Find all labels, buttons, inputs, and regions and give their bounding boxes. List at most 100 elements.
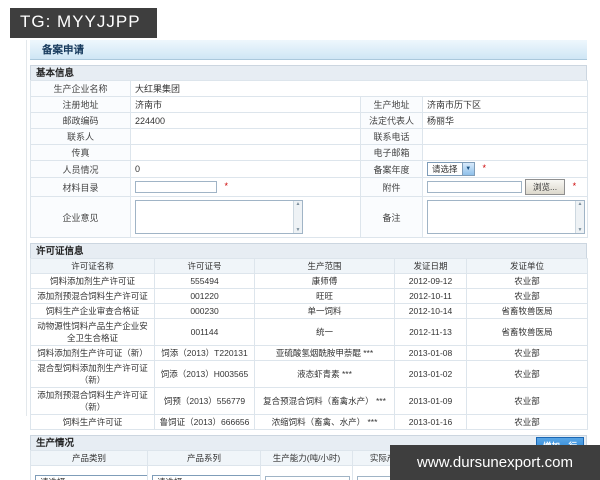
table-row: 饲料生产企业审查合格证 000230 单一饲料 2012-10-14 省畜牧兽医…	[30, 303, 588, 319]
license-issuer: 农业部	[466, 345, 588, 361]
col-header-license-name: 许可证名称	[30, 258, 155, 274]
license-issuer: 农业部	[466, 414, 588, 430]
material-input[interactable]	[135, 181, 217, 193]
license-name: 饲料生产企业审查合格证	[30, 303, 155, 319]
col-header-product-series: 产品系列	[147, 450, 261, 466]
license-scope: 液态虾青素 ***	[254, 360, 395, 388]
col-header-license-no: 许可证号	[154, 258, 255, 274]
license-date: 2013-01-08	[394, 345, 467, 361]
table-row: 传真 电子邮箱	[30, 144, 589, 161]
col-header-issue-date: 发证日期	[394, 258, 467, 274]
license-scope: 浓缩饲料（畜禽、水产） ***	[254, 414, 395, 430]
col-header-issuer: 发证单位	[466, 258, 588, 274]
filing-form-panel: 备案申请 基本信息 生产企业名称 大红果集团 注册地址 济南市 生产地址 济南市…	[30, 40, 589, 480]
license-header-row: 许可证名称 许可证号 生产范围 发证日期 发证单位	[30, 258, 588, 274]
opinion-label: 企业意见	[30, 196, 131, 238]
reg-address-label: 注册地址	[30, 96, 131, 113]
license-no: 001144	[154, 318, 255, 346]
filing-year-label: 备案年度	[360, 160, 423, 178]
col-header-product-category: 产品类别	[30, 450, 148, 466]
required-mark: *	[482, 163, 487, 174]
license-name: 饲料添加剂生产许可证	[30, 273, 155, 289]
table-row: 联系人 联系电话	[30, 128, 589, 145]
material-label: 材料目录	[30, 177, 131, 197]
license-issuer: 省畜牧兽医局	[466, 303, 588, 319]
fax-label: 传真	[30, 144, 131, 161]
tg-overlay-banner: TG: MYYJJPP	[10, 8, 157, 38]
license-scope: 旺旺	[254, 288, 395, 304]
remark-label: 备注	[360, 196, 423, 238]
license-issuer: 农业部	[466, 387, 588, 415]
license-scope: 亚硫酸氢烟酰胺甲萘醌 ***	[254, 345, 395, 361]
email-value	[421, 144, 589, 161]
license-date: 2012-10-14	[394, 303, 467, 319]
col-header-capacity: 生产能力(吨/小时)	[260, 450, 353, 466]
col-header-scope: 生产范围	[254, 258, 395, 274]
license-no: 000230	[154, 303, 255, 319]
phone-value	[421, 128, 589, 145]
license-no: 饲添（2013）H003565	[154, 360, 255, 388]
company-name-label: 生产企业名称	[30, 80, 131, 97]
license-no: 饲预（2013）556779	[154, 387, 255, 415]
series-selected: 请选择	[153, 476, 260, 480]
license-name: 添加剂预混合饲料生产许可证	[30, 288, 155, 304]
license-name: 动物源性饲料产品生产企业安全卫生合格证	[30, 318, 155, 346]
basic-info-section: 基本信息 生产企业名称 大红果集团 注册地址 济南市 生产地址 济南市历下区 邮…	[30, 65, 589, 238]
prod-address-value: 济南市历下区	[421, 96, 589, 113]
postcode-value: 224400	[130, 112, 361, 129]
textarea-scrollbar[interactable]: ▲ ▼	[293, 201, 302, 233]
table-row: 混合型饲料添加剂生产许可证（新） 饲添（2013）H003565 液态虾青素 *…	[30, 360, 588, 388]
table-row: 注册地址 济南市 生产地址 济南市历下区	[30, 96, 589, 113]
license-issuer: 省畜牧兽医局	[466, 318, 588, 346]
table-row: 饲料生产许可证 鲁饲证（2013）666656 浓缩饲料（畜禽、水产） *** …	[30, 414, 588, 430]
personnel-label: 人员情况	[30, 160, 131, 178]
table-row: 动物源性饲料产品生产企业安全卫生合格证 001144 统一 2012-11-13…	[30, 318, 588, 346]
left-divider	[26, 40, 27, 416]
table-row: 材料目录 * 附件 浏览... *	[30, 177, 589, 197]
product-series-select[interactable]: 请选择 ▼	[152, 475, 260, 480]
browse-button[interactable]: 浏览...	[525, 179, 566, 195]
table-row: 饲料添加剂生产许可证（新） 饲添（2013）T220131 亚硫酸氢烟酰胺甲萘醌…	[30, 345, 588, 361]
table-row: 饲料添加剂生产许可证 555494 康师傅 2012-09-12 农业部	[30, 273, 588, 289]
license-issuer: 农业部	[466, 273, 588, 289]
table-row: 添加剂预混合饲料生产许可证（新） 饲预（2013）556779 复合预混合饲料（…	[30, 387, 588, 415]
contact-label: 联系人	[30, 128, 131, 145]
material-cell: *	[130, 177, 361, 197]
personnel-value: 0	[130, 160, 361, 178]
license-scope: 康师傅	[254, 273, 395, 289]
category-cell: 请选择 ▼	[30, 465, 148, 480]
license-issuer: 农业部	[466, 360, 588, 388]
postcode-label: 邮政编码	[30, 112, 131, 129]
table-row: 人员情况 0 备案年度 请选择 ▼ *	[30, 160, 589, 178]
license-info-section: 许可证信息 许可证名称 许可证号 生产范围 发证日期 发证单位 饲料添加剂生产许…	[30, 243, 588, 430]
phone-label: 联系电话	[360, 128, 423, 145]
attachment-input[interactable]	[427, 181, 522, 193]
table-row: 邮政编码 224400 法定代表人 杨丽华	[30, 112, 589, 129]
attachment-label: 附件	[360, 177, 423, 197]
license-date: 2013-01-02	[394, 360, 467, 388]
textarea-scrollbar[interactable]: ▲ ▼	[575, 201, 584, 233]
capacity-input[interactable]	[265, 476, 350, 480]
license-date: 2012-11-13	[394, 318, 467, 346]
license-date: 2013-01-16	[394, 414, 467, 430]
basic-info-title: 基本信息	[30, 65, 587, 80]
series-cell: 请选择 ▼	[147, 465, 261, 480]
page-title: 备案申请	[30, 40, 587, 60]
license-date: 2013-01-09	[394, 387, 467, 415]
contact-value	[130, 128, 361, 145]
license-info-title: 许可证信息	[30, 243, 587, 258]
company-name-value: 大红果集团	[129, 80, 589, 97]
email-label: 电子邮箱	[360, 144, 423, 161]
opinion-textarea[interactable]: ▲ ▼	[135, 200, 303, 234]
basic-info-table: 生产企业名称 大红果集团 注册地址 济南市 生产地址 济南市历下区 邮政编码 2…	[30, 80, 589, 238]
legal-rep-value: 杨丽华	[421, 112, 589, 129]
table-row: 企业意见 ▲ ▼ 备注 ▲ ▼	[30, 196, 589, 238]
product-category-select[interactable]: 请选择 ▼	[35, 475, 147, 480]
remark-textarea[interactable]: ▲ ▼	[427, 200, 585, 234]
capacity-cell	[260, 465, 353, 480]
filing-year-cell: 请选择 ▼ *	[421, 160, 589, 178]
license-name: 添加剂预混合饲料生产许可证（新）	[30, 387, 155, 415]
filing-year-select[interactable]: 请选择 ▼	[427, 162, 475, 176]
license-no: 鲁饲证（2013）666656	[154, 414, 255, 430]
legal-rep-label: 法定代表人	[360, 112, 423, 129]
